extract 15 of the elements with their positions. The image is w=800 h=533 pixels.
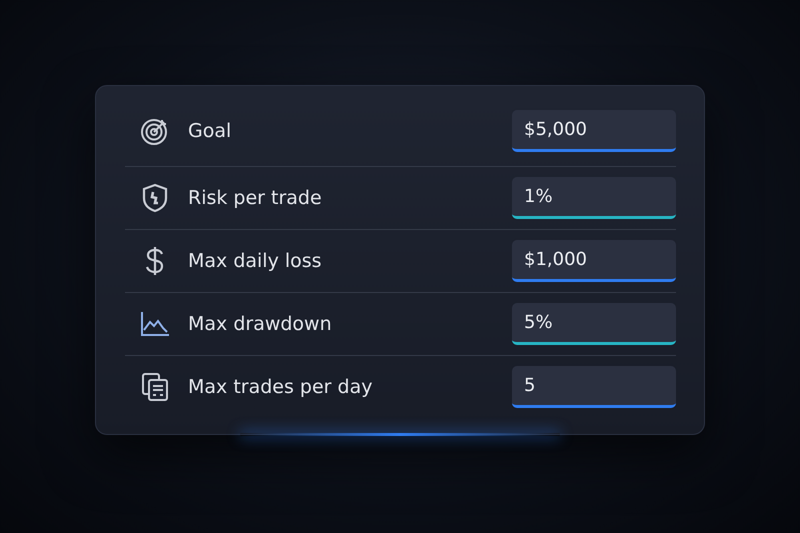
setting-label: Goal bbox=[188, 120, 232, 142]
shield-icon bbox=[141, 183, 169, 213]
input-field[interactable]: $5,000 bbox=[512, 110, 676, 152]
input-field[interactable]: 5 bbox=[512, 366, 676, 408]
setting-label: Risk per trade bbox=[188, 187, 323, 209]
dollar-icon bbox=[144, 245, 166, 277]
documents-icon bbox=[141, 372, 169, 402]
target-icon bbox=[140, 116, 170, 146]
input-field[interactable]: 1% bbox=[512, 177, 676, 219]
input-field[interactable]: $1,000 bbox=[512, 240, 676, 282]
setting-label: Max daily loss bbox=[188, 250, 323, 272]
setting-label: Max drawdown bbox=[188, 313, 333, 335]
input-field[interactable]: 5% bbox=[512, 303, 676, 345]
line-chart-icon bbox=[140, 311, 170, 337]
setting-label: Max trades per day bbox=[188, 376, 374, 398]
